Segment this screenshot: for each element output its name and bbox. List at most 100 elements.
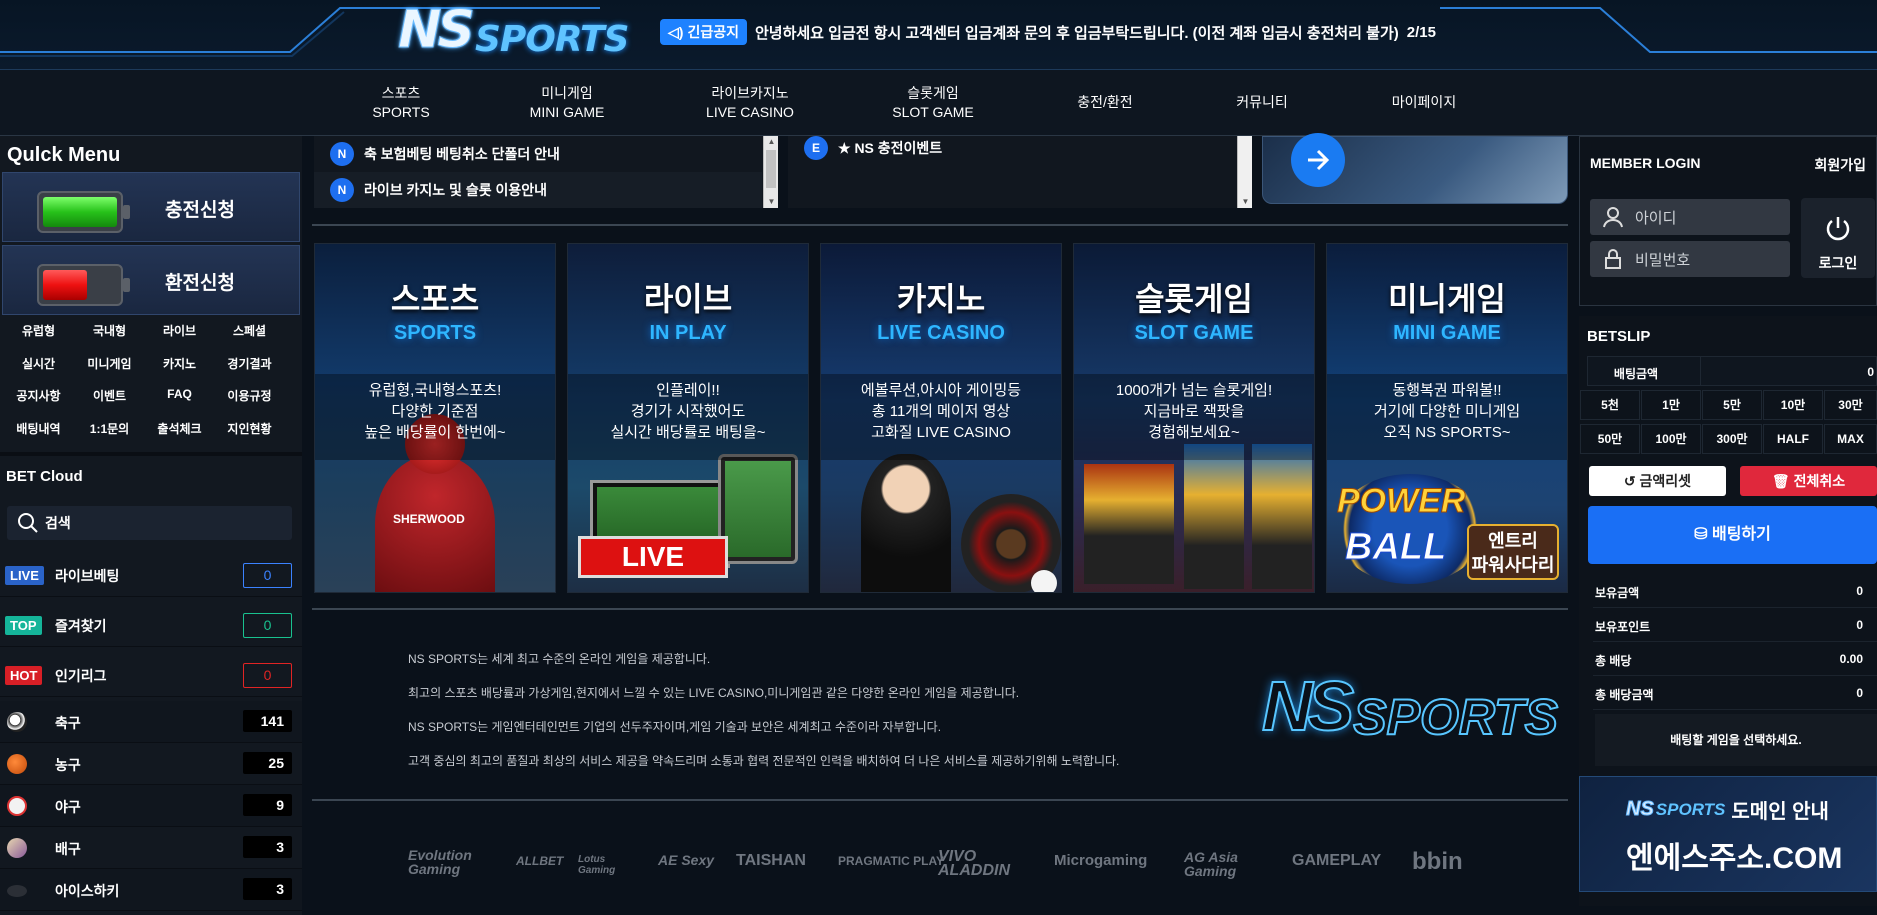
event-text: ★ NS 충전이벤트 (838, 140, 943, 156)
provider-logo: TAISHAN (736, 852, 806, 869)
game-card-slot[interactable]: 슬롯게임 SLOT GAME 1000개가 넘는 슬롯게임! 지금바로 잭팟을 … (1073, 243, 1315, 593)
chip-button[interactable]: 10만 (1763, 390, 1823, 420)
footer-logo-sports: SPORTS (1352, 688, 1559, 746)
sport-row-volleyball[interactable]: 배구 3 (0, 827, 302, 869)
nav-live-casino[interactable]: 라이브카지노 LIVE CASINO (703, 84, 797, 122)
favorites-count: 0 (243, 613, 292, 638)
quick-link[interactable]: 이벤트 (72, 387, 147, 404)
info-key: 보유금액 (1595, 586, 1640, 600)
sport-name: 배구 (55, 841, 81, 857)
game-card-live[interactable]: LIVE 라이브 IN PLAY 인플레이!! 경기가 시작했어도 실시간 배당… (567, 243, 809, 593)
chip-button[interactable]: 5만 (1702, 390, 1762, 420)
baseball-icon (7, 796, 27, 816)
quick-link[interactable]: 공지사항 (1, 387, 76, 404)
quick-link[interactable]: 유럽형 (1, 322, 76, 339)
arrow-right-icon[interactable] (1291, 133, 1345, 187)
chip-button[interactable]: 5천 (1580, 390, 1640, 420)
domain-banner[interactable]: NS SPORTS 도메인 안내 엔에스주소.COM (1579, 776, 1877, 892)
cancel-all-button[interactable]: 🗑 전체취소 (1740, 466, 1877, 496)
logo-sports: SPORTS (474, 19, 630, 60)
volleyball-icon (7, 838, 27, 858)
notice-scrollbar[interactable]: ▲ ▼ (763, 136, 778, 208)
card-title: 라이브 (643, 281, 733, 317)
game-card-sports[interactable]: SHERWOOD 스포츠 SPORTS 유럽형,국내형스포츠! 다양한 기준점 … (314, 243, 556, 593)
logo-ns: NS (398, 0, 476, 61)
quick-link[interactable]: 라이브 (142, 322, 217, 339)
event-scrollbar[interactable]: ▼ (1237, 136, 1252, 208)
quick-link[interactable]: 국내형 (72, 322, 147, 339)
game-card-casino[interactable]: 카지노 LIVE CASINO 에볼루션,아시아 게이밍등 총 11개의 메이저… (820, 243, 1062, 593)
login-label: 로그인 (1818, 255, 1858, 271)
charge-request-button[interactable]: 충전신청 (2, 172, 300, 242)
refresh-icon: ↺ (1623, 473, 1636, 489)
entry-ladder-text: 파워사다리 (1471, 555, 1555, 575)
quick-link[interactable]: 1:1문의 (72, 420, 147, 437)
site-logo[interactable]: NS SPORTS (398, 0, 630, 61)
chip-button[interactable]: 30만 (1824, 390, 1877, 420)
sport-row-basketball[interactable]: 농구 25 (0, 743, 302, 785)
chip-button[interactable]: 100만 (1641, 424, 1701, 454)
nav-mini-game[interactable]: 미니게임 MINI GAME (527, 84, 607, 122)
urgent-notice[interactable]: ◁) 긴급공지 안녕하세요 입금전 항시 고객센터 입금계좌 문의 후 입금부탁… (660, 19, 1436, 45)
quick-link[interactable]: 출석체크 (142, 420, 217, 437)
urgent-notice-badge: ◁) 긴급공지 (660, 19, 747, 45)
quick-link[interactable]: 배팅내역 (1, 420, 76, 437)
bet-cloud-search[interactable]: 검색 (7, 506, 292, 540)
card-description: 1000개가 넘는 슬롯게임! 지금바로 잭팟을 경험해보세요~ (1074, 374, 1314, 460)
nav-slot-game[interactable]: 슬롯게임 SLOT GAME (888, 84, 978, 122)
quick-link[interactable]: 카지노 (142, 355, 217, 372)
password-field[interactable]: 비밀번호 (1590, 241, 1790, 277)
promo-banner[interactable] (1262, 133, 1568, 204)
quick-link[interactable]: 스페셜 (212, 322, 287, 339)
info-key: 총 배당 (1595, 654, 1632, 668)
sport-name: 아이스하키 (55, 883, 120, 899)
quick-link[interactable]: 이용규정 (212, 387, 287, 404)
quick-link[interactable]: 미니게임 (72, 355, 147, 372)
reset-amount-button[interactable]: ↺ 금액리셋 (1589, 466, 1726, 496)
login-button[interactable]: 로그인 (1801, 198, 1875, 278)
info-row-points: 보유포인트 0 (1593, 608, 1877, 642)
coins-icon: ⛁ (1694, 526, 1708, 543)
password-placeholder: 비밀번호 (1635, 251, 1691, 269)
nav-my-page[interactable]: 마이페이지 (1388, 93, 1460, 112)
quick-link[interactable]: 실시간 (1, 355, 76, 372)
sport-row-ice-hockey[interactable]: 아이스하키 3 (0, 869, 302, 911)
nav-deposit-withdraw[interactable]: 충전/환전 (1070, 93, 1140, 112)
chip-button[interactable]: 50만 (1580, 424, 1640, 454)
favorites-row[interactable]: TOP 즐겨찾기 0 (0, 605, 302, 647)
game-card-mini-game[interactable]: POWER BALL 엔트리 파워사다리 미니게임 MINI GAME 동행복권… (1326, 243, 1568, 593)
notice-item[interactable]: N 라이브 카지노 및 슬롯 이용안내 (314, 172, 762, 208)
event-item[interactable]: E ★ NS 충전이벤트 (788, 130, 1236, 166)
dealer-image (861, 454, 951, 592)
bet-amount-label: 배팅금액 (1613, 367, 1659, 381)
exchange-request-button[interactable]: 환전신청 (2, 245, 300, 315)
sport-row-baseball[interactable]: 야구 9 (0, 785, 302, 827)
provider-logo: Lotus Gaming (578, 854, 616, 876)
nav-sports[interactable]: 스포츠 SPORTS (371, 84, 431, 122)
speaker-icon: ◁) (668, 23, 684, 40)
nav-community[interactable]: 커뮤니티 (1232, 93, 1292, 112)
sport-name: 축구 (55, 715, 81, 731)
slot-machine-image (1184, 444, 1244, 589)
sport-row-soccer[interactable]: 축구 141 (0, 701, 302, 743)
place-bet-button[interactable]: ⛁ 배팅하기 (1588, 506, 1877, 564)
notice-item[interactable]: N 축 보험베팅 베팅취소 단폴더 안내 (314, 136, 762, 172)
chip-button[interactable]: 1만 (1641, 390, 1701, 420)
popular-leagues-row[interactable]: HOT 인기리그 0 (0, 655, 302, 697)
chip-button[interactable]: HALF (1763, 424, 1823, 454)
quick-link[interactable]: 경기결과 (212, 355, 287, 372)
live-betting-row[interactable]: LIVE 라이브베팅 0 (0, 555, 302, 597)
bet-amount-value[interactable]: 0 (1867, 365, 1874, 379)
popular-leagues-count: 0 (243, 663, 292, 688)
provider-logos: Evolution Gaming ALLBET Lotus Gaming AE … (406, 844, 1463, 884)
chip-button[interactable]: 300만 (1702, 424, 1762, 454)
join-link[interactable]: 회원가입 (1814, 155, 1866, 175)
username-field[interactable]: 아이디 (1590, 199, 1790, 235)
quick-link[interactable]: 지인현황 (212, 420, 287, 437)
footer-text: NS SPORTS는 세계 최고 수준의 온라인 게임을 제공합니다. (408, 652, 711, 666)
user-icon (1603, 207, 1623, 228)
chip-button[interactable]: MAX (1824, 424, 1877, 454)
quick-link[interactable]: FAQ (142, 387, 217, 401)
nav-deposit-withdraw-kr: 충전/환전 (1077, 94, 1133, 110)
search-input[interactable]: 검색 (45, 513, 71, 533)
